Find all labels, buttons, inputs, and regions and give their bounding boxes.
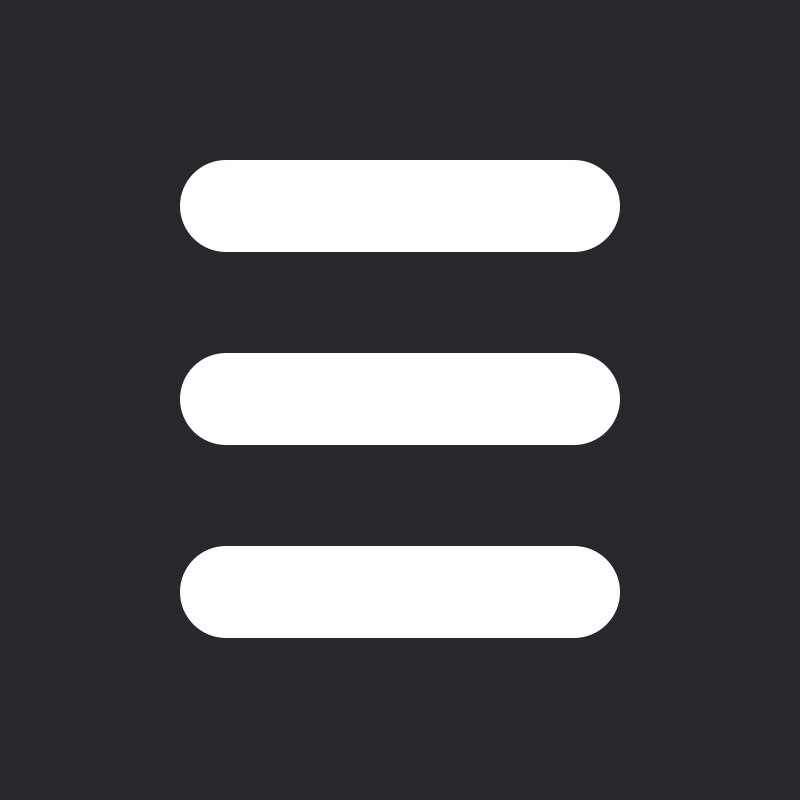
menu-bar-bottom — [180, 546, 620, 638]
hamburger-menu-icon — [180, 160, 620, 638]
menu-bar-middle — [180, 353, 620, 445]
menu-button[interactable] — [0, 0, 800, 800]
menu-bar-top — [180, 160, 620, 252]
